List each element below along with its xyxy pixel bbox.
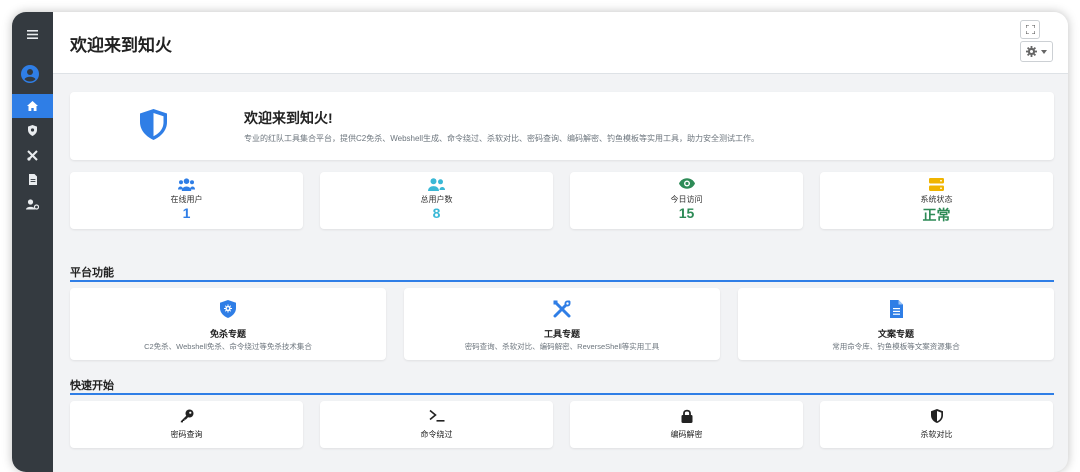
quick-link-antivirus-compare[interactable]: 杀软对比 — [820, 401, 1053, 448]
stat-card-today-visits: 今日访问 15 — [570, 172, 803, 229]
quick-link-label: 密码查询 — [170, 430, 203, 439]
quick-link-label: 命令绕过 — [420, 430, 453, 439]
user-friends-icon — [428, 178, 445, 191]
sidebar-item-documents[interactable] — [12, 167, 53, 191]
feature-name: 文案专题 — [877, 329, 914, 339]
sidebar-item-users[interactable] — [12, 192, 53, 216]
fullscreen-button[interactable] — [1020, 20, 1040, 39]
user-circle-icon — [21, 65, 39, 83]
users-icon — [178, 178, 195, 191]
quick-link-encode-decode[interactable]: 编码解密 — [570, 401, 803, 448]
app-window: 欢迎来到知火 欢迎来到知火! 专业的红队工具集合平台，提供C2免杀、Webshe… — [12, 12, 1068, 472]
shield-icon — [28, 124, 37, 136]
key-icon — [180, 409, 193, 423]
stat-value: 15 — [678, 205, 695, 221]
tools-icon — [553, 300, 571, 318]
feature-card-copywriting[interactable]: 文案专题 常用命令库、钓鱼模板等文案资源集合 — [738, 288, 1054, 360]
shield-icon — [140, 109, 167, 140]
welcome-title: 欢迎来到知火! — [244, 110, 333, 126]
stat-label: 在线用户 — [170, 195, 203, 204]
server-icon — [929, 178, 944, 191]
quick-link-command-bypass[interactable]: 命令绕过 — [320, 401, 553, 448]
stat-card-online-users: 在线用户 1 — [70, 172, 303, 229]
stat-value: 8 — [432, 205, 441, 221]
terminal-icon — [428, 409, 444, 422]
sidebar-item-home[interactable] — [12, 94, 53, 118]
main-content: 欢迎来到知火 欢迎来到知火! 专业的红队工具集合平台，提供C2免杀、Webshe… — [53, 12, 1068, 472]
quick-link-label: 杀软对比 — [920, 430, 953, 439]
section-divider — [70, 393, 1054, 395]
feature-name: 工具专题 — [543, 329, 580, 339]
expand-icon — [1025, 25, 1035, 34]
sidebar-item-tools[interactable] — [12, 143, 53, 167]
home-icon — [27, 101, 38, 111]
stat-label: 系统状态 — [920, 195, 953, 204]
user-cog-icon — [26, 198, 39, 210]
section-title-quick-start: 快速开始 — [70, 380, 114, 392]
sidebar-item-shield[interactable] — [12, 118, 53, 142]
sidebar — [12, 12, 53, 472]
shield-half-icon — [930, 409, 943, 423]
feature-name: 免杀专题 — [209, 329, 246, 339]
quick-link-label: 编码解密 — [670, 430, 703, 439]
section-title-features: 平台功能 — [70, 267, 114, 279]
feature-description: 密码查询、杀软对比、编码解密、ReverseShell等实用工具 — [464, 342, 660, 351]
document-icon — [28, 173, 37, 185]
file-icon — [889, 300, 903, 318]
user-avatar[interactable] — [21, 65, 39, 83]
caret-down-icon — [1041, 49, 1047, 54]
quick-link-password-lookup[interactable]: 密码查询 — [70, 401, 303, 448]
stat-label: 今日访问 — [670, 195, 703, 204]
stat-label: 总用户数 — [420, 195, 453, 204]
shield-virus-icon — [220, 300, 236, 318]
section-divider — [70, 280, 1054, 282]
tools-icon — [27, 149, 38, 161]
stat-card-system-status: 系统状态 正常 — [820, 172, 1053, 229]
top-bar: 欢迎来到知火 — [53, 12, 1068, 74]
feature-card-evasion[interactable]: 免杀专题 C2免杀、Webshell免杀、命令绕过等免杀技术集合 — [70, 288, 386, 360]
lock-icon — [681, 409, 692, 423]
menu-toggle-button[interactable] — [12, 20, 53, 48]
gear-icon — [1026, 46, 1037, 57]
feature-description: C2免杀、Webshell免杀、命令绕过等免杀技术集合 — [144, 342, 312, 351]
page-title: 欢迎来到知火 — [70, 36, 172, 55]
hamburger-icon — [27, 29, 38, 39]
stat-value: 1 — [182, 205, 191, 221]
stat-card-total-users: 总用户数 8 — [320, 172, 553, 229]
feature-description: 常用命令库、钓鱼模板等文案资源集合 — [832, 342, 960, 351]
stat-value: 正常 — [922, 207, 951, 223]
welcome-description: 专业的红队工具集合平台，提供C2免杀、Webshell生成、命令绕过、杀软对比、… — [244, 134, 759, 143]
eye-icon — [678, 178, 695, 189]
feature-card-tools[interactable]: 工具专题 密码查询、杀软对比、编码解密、ReverseShell等实用工具 — [404, 288, 720, 360]
welcome-card: 欢迎来到知火! 专业的红队工具集合平台，提供C2免杀、Webshell生成、命令… — [70, 92, 1054, 160]
settings-dropdown-button[interactable] — [1020, 41, 1053, 62]
